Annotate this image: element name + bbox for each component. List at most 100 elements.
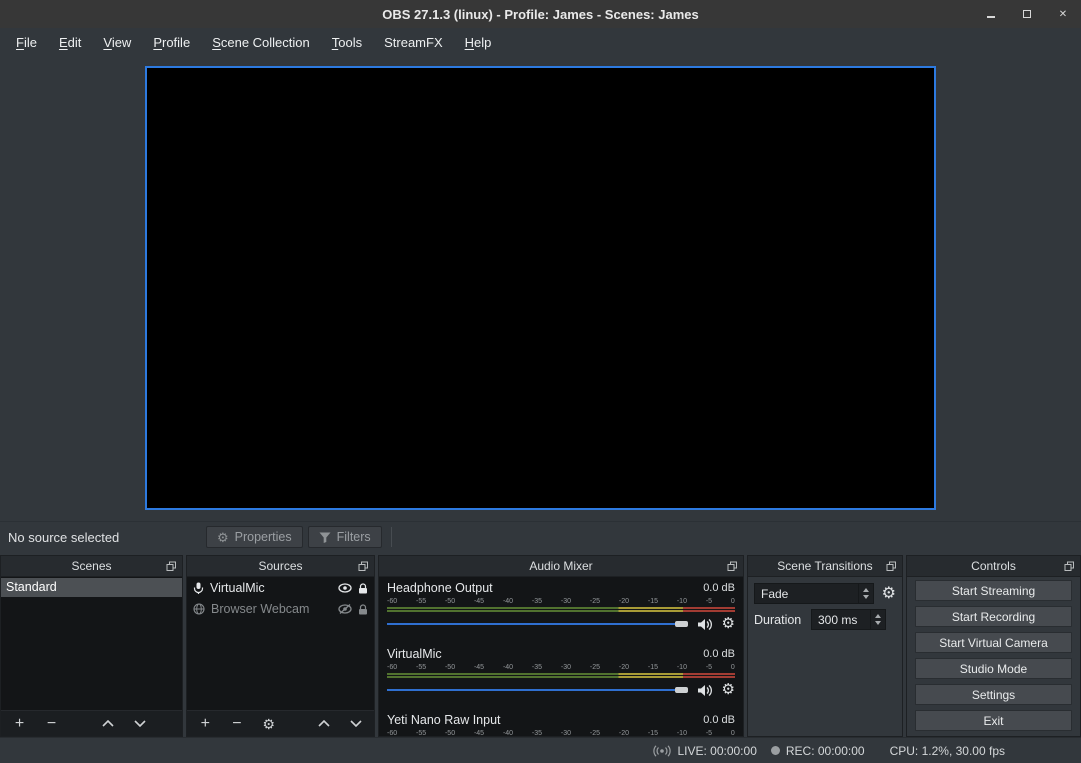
scale-tick: 0	[731, 729, 735, 737]
popout-icon[interactable]	[358, 561, 369, 572]
duration-value: 300 ms	[812, 610, 870, 629]
spin-arrows[interactable]	[870, 610, 885, 629]
remove-source-button[interactable]: −	[230, 716, 245, 732]
menu-help[interactable]: Help	[454, 28, 503, 58]
menubar: FileEditViewProfileScene CollectionTools…	[0, 28, 1081, 58]
popout-icon[interactable]	[727, 561, 738, 572]
source-name: Browser Webcam	[211, 602, 332, 616]
source-toolbar: No source selected ⚙ Properties Filters	[0, 521, 1081, 552]
popout-icon[interactable]	[1064, 561, 1075, 572]
studio-mode-button[interactable]: Studio Mode	[915, 658, 1072, 679]
slider-handle[interactable]	[675, 687, 688, 693]
settings-button[interactable]: Settings	[915, 684, 1072, 705]
move-scene-down-button[interactable]	[132, 716, 147, 732]
scale-tick: 0	[731, 663, 735, 671]
popout-icon[interactable]	[886, 561, 897, 572]
slider-handle[interactable]	[675, 621, 688, 627]
transition-select[interactable]: Fade	[754, 583, 874, 604]
start-streaming-button[interactable]: Start Streaming	[915, 580, 1072, 601]
start-virtual-camera-button[interactable]: Start Virtual Camera	[915, 632, 1072, 653]
cpu-fps-stats: CPU: 1.2%, 30.00 fps	[890, 744, 1005, 758]
scale-tick: -35	[532, 729, 542, 737]
menu-tools[interactable]: Tools	[321, 28, 373, 58]
transition-gear-icon[interactable]: ⚙	[882, 585, 896, 602]
volume-slider[interactable]	[387, 620, 688, 628]
eye-icon[interactable]	[338, 583, 352, 593]
scale-tick: -25	[590, 597, 600, 605]
scenes-dock-header[interactable]: Scenes	[0, 555, 183, 577]
arrow-down-icon	[875, 621, 881, 625]
filters-label: Filters	[337, 530, 371, 544]
scene-transitions-dock: Scene Transitions Fade ⚙	[747, 555, 903, 737]
scale-tick: -45	[474, 729, 484, 737]
filters-button[interactable]: Filters	[308, 526, 382, 548]
volume-slider[interactable]	[387, 686, 688, 694]
lock-icon[interactable]	[358, 604, 368, 615]
sources-dock-title: Sources	[258, 559, 302, 573]
menu-edit[interactable]: Edit	[48, 28, 92, 58]
scale-tick: -30	[561, 729, 571, 737]
channel-db: 0.0 dB	[703, 648, 735, 660]
duration-label: Duration	[754, 613, 811, 627]
menu-streamfx[interactable]: StreamFX	[373, 28, 454, 58]
scene-item-standard[interactable]: Standard	[1, 578, 182, 597]
move-source-down-button[interactable]	[348, 716, 363, 732]
sources-dock-header[interactable]: Sources	[186, 555, 375, 577]
channel-name: VirtualMic	[387, 647, 442, 661]
sources-list: VirtualMic Browser Webcam	[186, 577, 375, 737]
combo-arrows[interactable]	[858, 584, 873, 603]
maximize-button[interactable]	[1021, 8, 1033, 20]
lock-icon[interactable]	[358, 583, 368, 594]
add-scene-button[interactable]: +	[12, 716, 27, 732]
minimize-button[interactable]	[985, 8, 997, 20]
speaker-icon[interactable]	[697, 618, 713, 631]
scale-tick: -50	[445, 729, 455, 737]
chevron-down-icon	[134, 720, 146, 727]
speaker-icon[interactable]	[697, 684, 713, 697]
channel-name: Headphone Output	[387, 581, 493, 595]
menu-profile[interactable]: Profile	[142, 28, 201, 58]
start-recording-button[interactable]: Start Recording	[915, 606, 1072, 627]
duration-spinbox[interactable]: 300 ms	[811, 609, 886, 630]
menu-view[interactable]: View	[92, 28, 142, 58]
controls-dock-header[interactable]: Controls	[906, 555, 1081, 577]
add-source-button[interactable]: +	[198, 716, 213, 732]
move-source-up-button[interactable]	[317, 716, 332, 732]
source-properties-button[interactable]: ⚙	[261, 716, 276, 732]
record-dot-icon	[771, 746, 780, 755]
channel-db: 0.0 dB	[703, 714, 735, 726]
scale-tick: -30	[561, 597, 571, 605]
scale-tick: -30	[561, 663, 571, 671]
source-row-virtualmic[interactable]: VirtualMic	[187, 578, 374, 598]
maximize-icon	[1023, 10, 1031, 18]
gear-icon[interactable]: ⚙	[722, 682, 735, 698]
scale-tick: -40	[503, 729, 513, 737]
scale-tick: -15	[648, 729, 658, 737]
mixer-dock-header[interactable]: Audio Mixer	[378, 555, 744, 577]
popout-icon[interactable]	[166, 561, 177, 572]
chevron-up-icon	[102, 720, 114, 727]
scale-tick: -35	[532, 597, 542, 605]
menu-scene-collection[interactable]: Scene Collection	[201, 28, 321, 58]
exit-button[interactable]: Exit	[915, 710, 1072, 731]
preview-canvas[interactable]	[145, 66, 936, 510]
volume-meter	[387, 607, 735, 612]
scenes-toolbar: + −	[1, 710, 182, 736]
scale-tick: 0	[731, 597, 735, 605]
scale-tick: -10	[677, 729, 687, 737]
titlebar: OBS 27.1.3 (linux) - Profile: James - Sc…	[0, 0, 1081, 28]
scenes-dock-title: Scenes	[71, 559, 111, 573]
properties-button[interactable]: ⚙ Properties	[206, 526, 303, 548]
menu-file[interactable]: File	[5, 28, 48, 58]
scale-tick: -15	[648, 663, 658, 671]
remove-scene-button[interactable]: −	[44, 716, 59, 732]
source-row-browser-webcam[interactable]: Browser Webcam	[187, 599, 374, 619]
move-scene-up-button[interactable]	[100, 716, 115, 732]
eye-slash-icon[interactable]	[338, 604, 352, 614]
transitions-dock-header[interactable]: Scene Transitions	[747, 555, 903, 577]
controls-dock-title: Controls	[971, 559, 1016, 573]
arrow-up-icon	[863, 588, 869, 592]
close-button[interactable]: ✕	[1057, 8, 1069, 20]
scale-tick: -5	[706, 597, 712, 605]
gear-icon[interactable]: ⚙	[722, 616, 735, 632]
